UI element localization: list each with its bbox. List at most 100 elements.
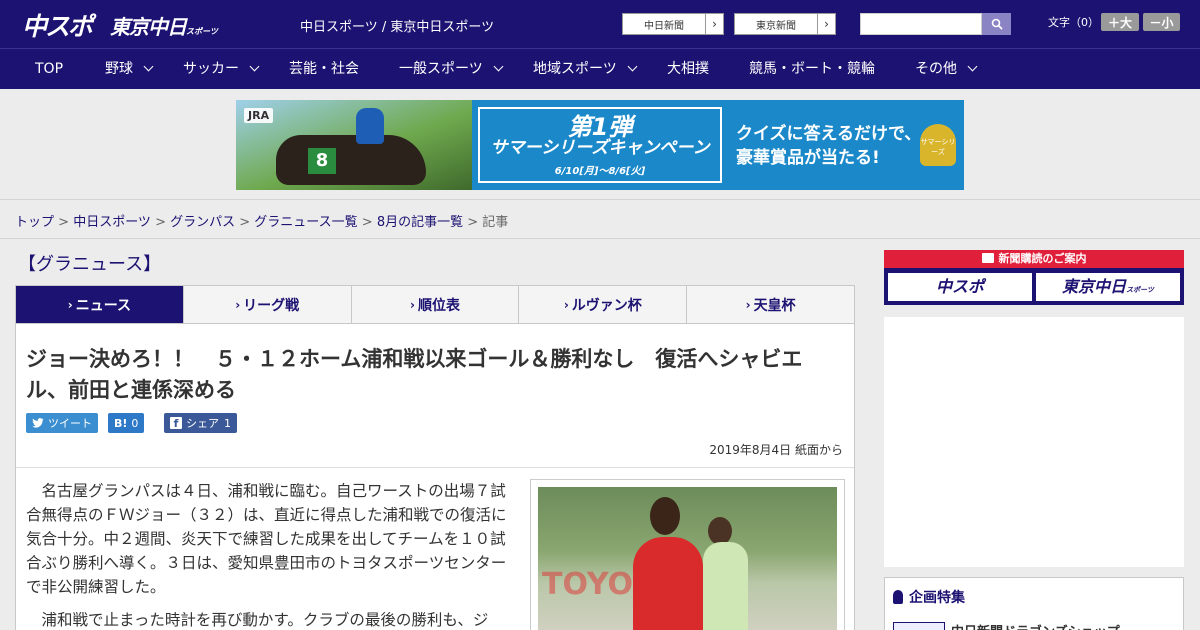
cup-label: サマーシリーズ [920,138,956,156]
tokyo-logo-text: 東京中日 [110,15,187,39]
chevron-right-icon: › [817,14,835,34]
breadcrumb-separator: > [357,215,377,230]
breadcrumb: トップ > 中日スポーツ > グランパス > グラニュース一覧 > 8月の記事一… [15,211,508,230]
hatena-bookmark-button[interactable]: B! 0 [108,413,145,433]
tab-standings[interactable]: › 順位表 [351,286,520,323]
player-head-shape [650,497,680,535]
breadcrumb-separator: > [235,215,255,230]
subscription-header-label: 新聞購読のご案内 [998,252,1087,265]
breadcrumb-separator: > [150,215,171,230]
chunichi-shimbun-link[interactable]: 中日新聞 › [622,13,724,35]
subscribe-chuspo[interactable]: 中スポ [888,273,1032,301]
chevron-down-icon [249,61,260,72]
nav-item-general-sports[interactable]: 一般スポーツ [399,49,504,90]
breadcrumb-top[interactable]: トップ [15,215,54,230]
quiz-text: クイズに答えるだけで、 豪華賞品が当たる! [736,122,921,170]
tab-news[interactable]: › ニュース [16,286,184,323]
tweet-button[interactable]: ツイート [26,413,98,433]
feature-item-link[interactable]: 中日新聞ドラゴンズショップ [951,621,1120,630]
player-head-shape [708,517,732,545]
nav-item-keiba[interactable]: 競馬・ボート・競輪 [749,49,875,90]
hatena-icon: B! [114,416,128,430]
breadcrumb-gra-news-list[interactable]: グラニュース一覧 [254,215,357,230]
nav-label: サッカー [183,61,239,77]
nav-item-sumo[interactable]: 大相撲 [667,49,709,90]
main-nav: TOP 野球 サッカー 芸能・社会 一般スポーツ 地域スポーツ 大相撲 競馬・ボ… [0,48,1200,89]
facebook-icon: f [170,417,182,430]
tokyo-chunichi-logo[interactable]: 東京中日スポーツ [110,11,218,40]
tweet-label: ツイート [48,417,92,430]
pin-icon [893,590,903,604]
feature-thumbnail[interactable] [893,622,945,630]
feature-title-label: 企画特集 [909,590,965,606]
jra-banner-ad[interactable]: 8 JRA 第1弾 サマーシリーズキャンペーン 6/10[月]～8/6[火] ク… [236,100,964,190]
facebook-share-button[interactable]: f シェア 1 [164,413,237,433]
article-photo[interactable]: TOYO [538,487,837,630]
chuspo-logo[interactable]: 中スポ [22,7,93,43]
chevron-right-icon: › [67,297,73,312]
nav-item-top[interactable]: TOP [35,49,63,90]
nav-label: 一般スポーツ [399,61,483,77]
tab-emperors-cup[interactable]: › 天皇杯 [687,286,854,323]
nav-label: 地域スポーツ [533,61,617,77]
banner-horse-photo: 8 JRA [236,100,472,190]
chevron-right-icon: › [705,14,723,34]
section-title: 【グラニュース】 [18,254,162,275]
breadcrumb-august-list[interactable]: 8月の記事一覧 [377,215,463,230]
article-divider [16,467,854,468]
site-names: 中日スポーツ / 東京中日スポーツ [300,20,495,35]
nav-item-local-sports[interactable]: 地域スポーツ [533,49,638,90]
facebook-share-label: シェア [186,417,219,430]
quiz-line-2: 豪華賞品が当たる! [736,148,880,168]
subscribe-tokyo-chunichi[interactable]: 東京中日スポーツ [1036,273,1180,301]
tab-levain-cup[interactable]: › ルヴァン杯 [519,286,688,323]
nav-label: 競馬・ボート・競輪 [749,61,875,77]
tokyo-shimbun-link[interactable]: 東京新聞 › [734,13,836,35]
subscription-banner[interactable]: 新聞購読のご案内 中スポ 東京中日スポーツ [884,250,1184,305]
player-green-shape [703,542,748,630]
article-photo-frame: TOYO [530,479,845,630]
newspaper-icon [981,253,994,263]
chevron-right-icon: › [235,297,241,312]
search-input[interactable] [860,13,982,35]
photo-background-sign: TOYO [542,567,634,602]
campaign-dates: 6/10[月]～8/6[火] [554,166,646,177]
tokyo-shimbun-label: 東京新聞 [756,20,796,32]
breadcrumb-chunichi-sports[interactable]: 中日スポーツ [73,215,151,230]
feature-panel: 企画特集 中日新聞ドラゴンズショップ [884,577,1184,630]
nav-label: 野球 [105,61,133,77]
article-headline: ジョー決めろ！！ ５・１２ホーム浦和戦以来ゴール＆勝利なし 復活へシャビエル、前… [26,347,803,402]
tab-league[interactable]: › リーグ戦 [183,286,352,323]
horse-shape [276,135,426,185]
nav-item-entertainment[interactable]: 芸能・社会 [289,49,359,90]
chunichi-shimbun-label: 中日新聞 [644,20,684,32]
article-date: 2019年8月4日 紙面から [709,443,843,457]
chevron-right-icon: › [745,297,751,312]
hatena-count: 0 [131,416,139,430]
font-size-label: 文字（0） [1048,16,1099,29]
breadcrumb-grampus[interactable]: グランパス [170,215,235,230]
saddle-number: 8 [308,148,336,174]
nav-item-soccer[interactable]: サッカー [183,49,260,90]
chevron-down-icon [493,61,504,72]
trophy-icon: サマーシリーズ [920,124,956,166]
nav-item-baseball[interactable]: 野球 [105,49,154,90]
chevron-right-icon: › [563,297,569,312]
facebook-share-count: 1 [224,416,231,430]
nav-item-other[interactable]: その他 [915,49,978,90]
twitter-icon [32,418,44,428]
chevron-down-icon [967,61,978,72]
subscribe-tokyo-label: 東京中日 [1062,277,1127,296]
article-paragraph: 名古屋グランパスは４日、浦和戦に臨む。自己ワーストの出場７試合無得点のＦＷジョー… [26,482,507,596]
search-button[interactable] [982,13,1011,35]
font-smaller-button[interactable]: －小 [1143,13,1180,31]
nav-label: TOP [35,61,64,77]
chevron-right-icon: › [410,297,415,312]
nav-label: 芸能・社会 [289,61,359,77]
tab-label: リーグ戦 [243,297,300,314]
breadcrumb-separator: > [463,215,483,230]
breadcrumb-separator: > [54,215,74,230]
nav-label: 大相撲 [667,61,709,77]
banner-area: 8 JRA 第1弾 サマーシリーズキャンペーン 6/10[月]～8/6[火] ク… [0,89,1200,200]
font-bigger-button[interactable]: ＋大 [1101,13,1139,31]
